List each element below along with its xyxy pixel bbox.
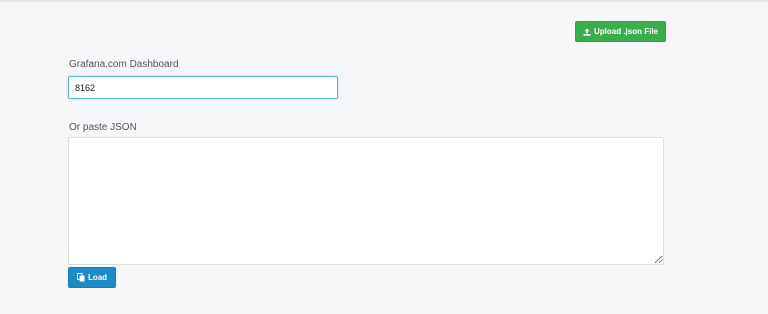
grafana-dashboard-input[interactable]: [68, 76, 338, 99]
paste-json-label: Or paste JSON: [69, 122, 137, 133]
upload-json-file-label: Upload .json File: [593, 27, 658, 36]
load-button[interactable]: Load: [68, 267, 116, 288]
paste-json-textarea[interactable]: [68, 137, 664, 265]
upload-json-file-button[interactable]: Upload .json File: [575, 21, 666, 42]
copy-icon: [76, 273, 85, 282]
load-label: Load: [87, 273, 108, 282]
upload-icon: [583, 28, 591, 36]
grafana-dashboard-label: Grafana.com Dashboard: [69, 59, 179, 70]
top-divider: [0, 0, 768, 2]
